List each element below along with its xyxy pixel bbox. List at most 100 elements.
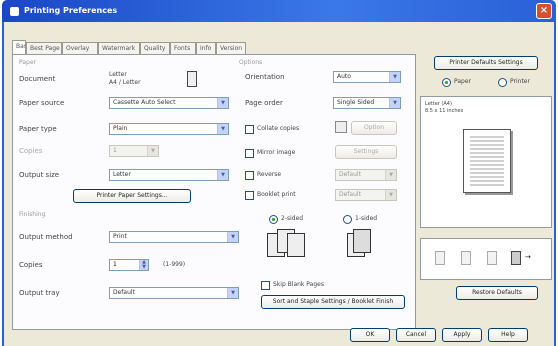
chevron-down-icon: ▼ bbox=[389, 72, 400, 82]
mirror-settings-button[interactable]: Settings bbox=[335, 145, 397, 159]
output-size-select-value: Letter bbox=[113, 171, 131, 178]
preview-printer-label: Printer bbox=[510, 78, 530, 85]
chevron-down-icon: ▼ bbox=[389, 98, 400, 108]
output-tray-select[interactable]: Default ▼ bbox=[109, 287, 239, 299]
output-size-select[interactable]: Letter ▼ bbox=[109, 169, 229, 181]
document-label: Document bbox=[19, 75, 56, 83]
dialog-client-area: Basic Best Page Setting Overlay Watermar… bbox=[2, 22, 556, 346]
printer-defaults-button[interactable]: Printer Defaults Settings bbox=[434, 56, 538, 70]
preview-panel: Printer Defaults Settings Paper Printer … bbox=[420, 54, 552, 300]
tab-quality[interactable]: Quality bbox=[140, 42, 170, 54]
skip-blank-label: Skip Blank Pages bbox=[273, 281, 324, 288]
reverse-select[interactable]: Default ▼ bbox=[335, 169, 397, 181]
title-bar: Printing Preferences × bbox=[2, 0, 556, 22]
duplex-pages-icon bbox=[267, 229, 307, 261]
booklet-checkbox[interactable] bbox=[245, 191, 254, 200]
chevron-down-icon: ▼ bbox=[217, 98, 228, 108]
sort-staple-settings-button[interactable]: Sort and Staple Settings / Booklet Finis… bbox=[261, 295, 405, 309]
page-preview-sheet bbox=[463, 129, 511, 193]
single-sided-label: 1-sided bbox=[355, 215, 378, 222]
orientation-select[interactable]: Auto ▼ bbox=[333, 71, 401, 83]
cancel-button[interactable]: Cancel bbox=[396, 328, 436, 342]
output-method-value: Print bbox=[113, 233, 127, 240]
tab-version[interactable]: Version bbox=[216, 42, 246, 54]
tab-basic[interactable]: Basic bbox=[12, 40, 26, 54]
tab-best-page-setting[interactable]: Best Page Setting bbox=[26, 42, 62, 54]
thumb-poster[interactable] bbox=[511, 251, 521, 265]
booklet-select-value: Default bbox=[339, 191, 361, 198]
preview-paper-radio[interactable] bbox=[442, 78, 451, 87]
output-tray-value: Default bbox=[113, 289, 135, 296]
reverse-checkbox[interactable] bbox=[245, 171, 254, 180]
copies-value: 1 bbox=[113, 147, 117, 154]
copies-range-label: (1-999) bbox=[163, 261, 186, 268]
page-order-select[interactable]: Single Sided ▼ bbox=[333, 97, 401, 109]
output-size-value: A4 / Letter bbox=[109, 79, 141, 86]
collate-label: Collate copies bbox=[257, 125, 300, 132]
document-value: Letter bbox=[109, 71, 127, 78]
chevron-down-icon: ▼ bbox=[227, 288, 238, 298]
spinner-arrows-icon[interactable]: ▲ ▼ bbox=[139, 260, 148, 270]
output-size-label: Output size bbox=[19, 171, 60, 179]
tab-fonts[interactable]: Fonts bbox=[170, 42, 196, 54]
printer-icon bbox=[10, 7, 19, 16]
thumb-2-up[interactable] bbox=[461, 251, 471, 265]
chevron-down-icon: ▼ bbox=[385, 170, 396, 180]
window-title: Printing Preferences bbox=[24, 6, 118, 15]
ok-button[interactable]: OK bbox=[350, 328, 390, 342]
chevron-down-icon: ▼ bbox=[217, 170, 228, 180]
preview-paper-label: Paper bbox=[454, 78, 471, 85]
thumb-4-up[interactable] bbox=[487, 251, 497, 265]
options-group-label: Options bbox=[239, 59, 263, 66]
collate-option-button[interactable]: Option bbox=[351, 121, 397, 135]
apply-button[interactable]: Apply bbox=[442, 328, 482, 342]
page-order-value: Single Sided bbox=[337, 99, 375, 106]
finishing-group-label: Finishing bbox=[19, 211, 46, 218]
output-method-select[interactable]: Print ▼ bbox=[109, 231, 239, 243]
basic-tab-panel: Paper Document Letter A4 / Letter Paper … bbox=[12, 54, 416, 330]
booklet-label: Booklet print bbox=[257, 191, 296, 198]
thumb-1-up[interactable] bbox=[435, 251, 445, 265]
layout-thumbnails: → bbox=[420, 238, 552, 280]
finishing-copies-label: Copies bbox=[19, 261, 43, 269]
chevron-down-icon: ▼ bbox=[385, 190, 396, 200]
chevron-down-icon: ▼ bbox=[217, 124, 228, 134]
chevron-down-icon: ▼ bbox=[227, 232, 238, 242]
paper-group-label: Paper bbox=[19, 59, 36, 66]
tab-info[interactable]: Info bbox=[196, 42, 216, 54]
copies-spinner[interactable]: 1 ▲ ▼ bbox=[109, 259, 149, 271]
paper-type-select[interactable]: Plain ▼ bbox=[109, 123, 229, 135]
output-tray-label: Output tray bbox=[19, 289, 60, 297]
paper-type-value: Plain bbox=[113, 125, 128, 132]
preview-printer-radio[interactable] bbox=[498, 78, 507, 87]
mirror-label: Mirror image bbox=[257, 149, 296, 156]
collate-checkbox[interactable] bbox=[245, 125, 254, 134]
mirror-checkbox[interactable] bbox=[245, 149, 254, 158]
collate-icon bbox=[335, 121, 347, 133]
copies-select[interactable]: 1 ▼ bbox=[109, 145, 159, 157]
booklet-select[interactable]: Default ▼ bbox=[335, 189, 397, 201]
printer-paper-settings-button[interactable]: Printer Paper Settings... bbox=[73, 189, 191, 203]
reverse-select-value: Default bbox=[339, 171, 361, 178]
restore-defaults-button[interactable]: Restore Defaults bbox=[456, 286, 538, 300]
duplex-label: 2-sided bbox=[281, 215, 304, 222]
preview-caption: Letter (A4) bbox=[425, 101, 452, 107]
tab-watermark[interactable]: Watermark bbox=[98, 42, 140, 54]
preview-caption-size: 8.5 x 11 inches bbox=[425, 108, 464, 114]
output-method-label: Output method bbox=[19, 233, 73, 241]
tab-overlay[interactable]: Overlay bbox=[62, 42, 98, 54]
close-button[interactable]: × bbox=[536, 3, 552, 19]
paper-source-select[interactable]: Cassette Auto Select ▼ bbox=[109, 97, 229, 109]
chevron-down-icon: ▼ bbox=[147, 146, 158, 156]
arrow-right-icon: → bbox=[525, 253, 531, 261]
single-sided-radio[interactable] bbox=[343, 215, 352, 224]
help-button[interactable]: Help bbox=[488, 328, 528, 342]
page-text-lines bbox=[470, 136, 504, 186]
page-order-label: Page order bbox=[245, 99, 283, 107]
copies-label: Copies bbox=[19, 147, 43, 155]
document-page-icon bbox=[187, 71, 197, 87]
orientation-label: Orientation bbox=[245, 73, 285, 81]
orientation-value: Auto bbox=[337, 73, 351, 80]
duplex-radio[interactable] bbox=[269, 215, 278, 224]
skip-blank-checkbox[interactable] bbox=[261, 281, 270, 290]
